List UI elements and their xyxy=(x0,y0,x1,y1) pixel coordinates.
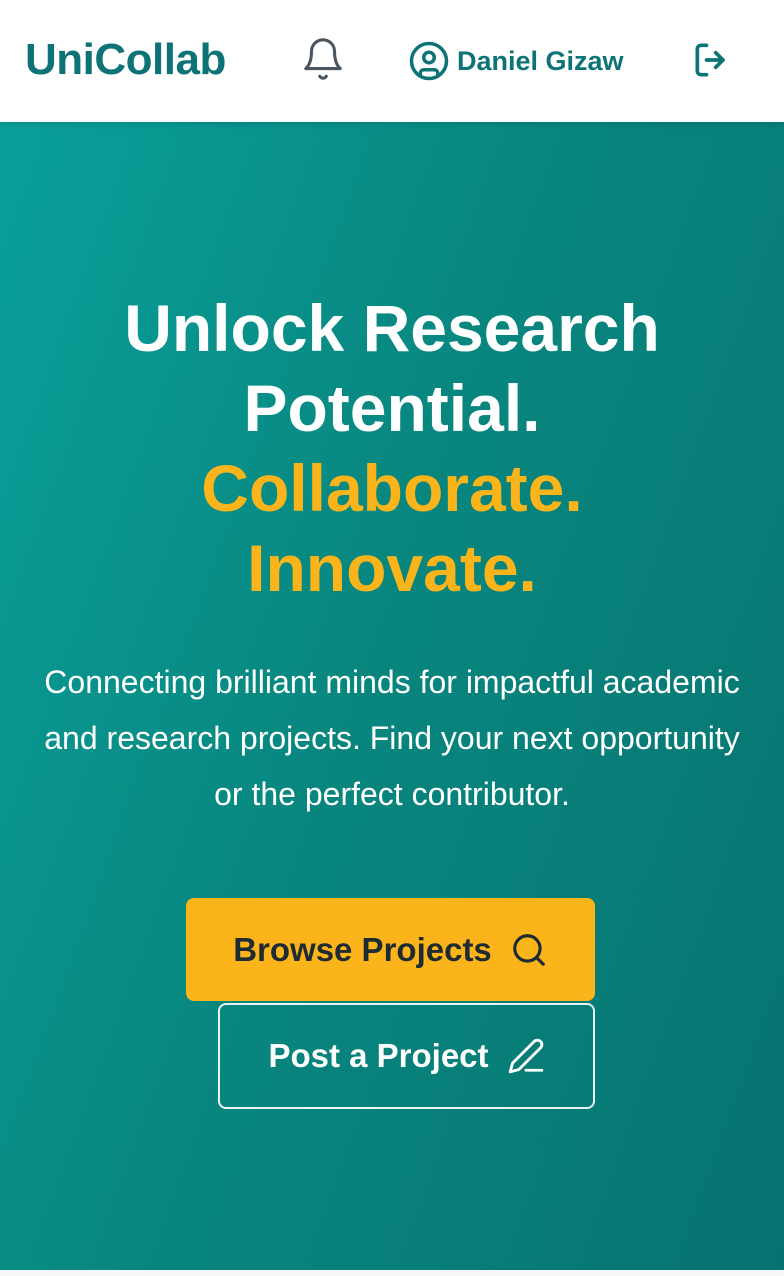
hero-subtitle: Connecting brilliant minds for impactful… xyxy=(44,664,740,812)
headline-line-3: Collaborate. xyxy=(201,451,583,525)
user-circle-icon xyxy=(409,41,449,81)
hero-headline: Unlock Research Potential. Collaborate. … xyxy=(0,288,784,608)
user-name: Daniel Gizaw xyxy=(457,46,624,76)
bell-icon xyxy=(304,38,342,80)
notifications-button[interactable] xyxy=(300,36,346,82)
pencil-icon xyxy=(508,1038,543,1074)
browse-projects-button[interactable]: Browse Projects xyxy=(186,898,595,1001)
search-icon xyxy=(512,933,545,966)
headline-line-4: Innovate. xyxy=(247,531,537,605)
logout-button[interactable] xyxy=(690,38,734,82)
top-navbar: UniCollab Daniel Gizaw xyxy=(0,0,784,122)
page-bottom-strip xyxy=(0,1270,784,1276)
headline-line-2: Potential. xyxy=(243,371,541,445)
logout-icon xyxy=(695,43,725,77)
brand-logo[interactable]: UniCollab xyxy=(25,34,226,86)
headline-line-1: Unlock Research xyxy=(124,291,660,365)
user-profile-button[interactable]: Daniel Gizaw xyxy=(408,38,624,84)
post-project-button[interactable]: Post a Project xyxy=(218,1003,595,1109)
post-project-label: Post a Project xyxy=(268,1037,489,1074)
browse-projects-label: Browse Projects xyxy=(233,930,492,968)
